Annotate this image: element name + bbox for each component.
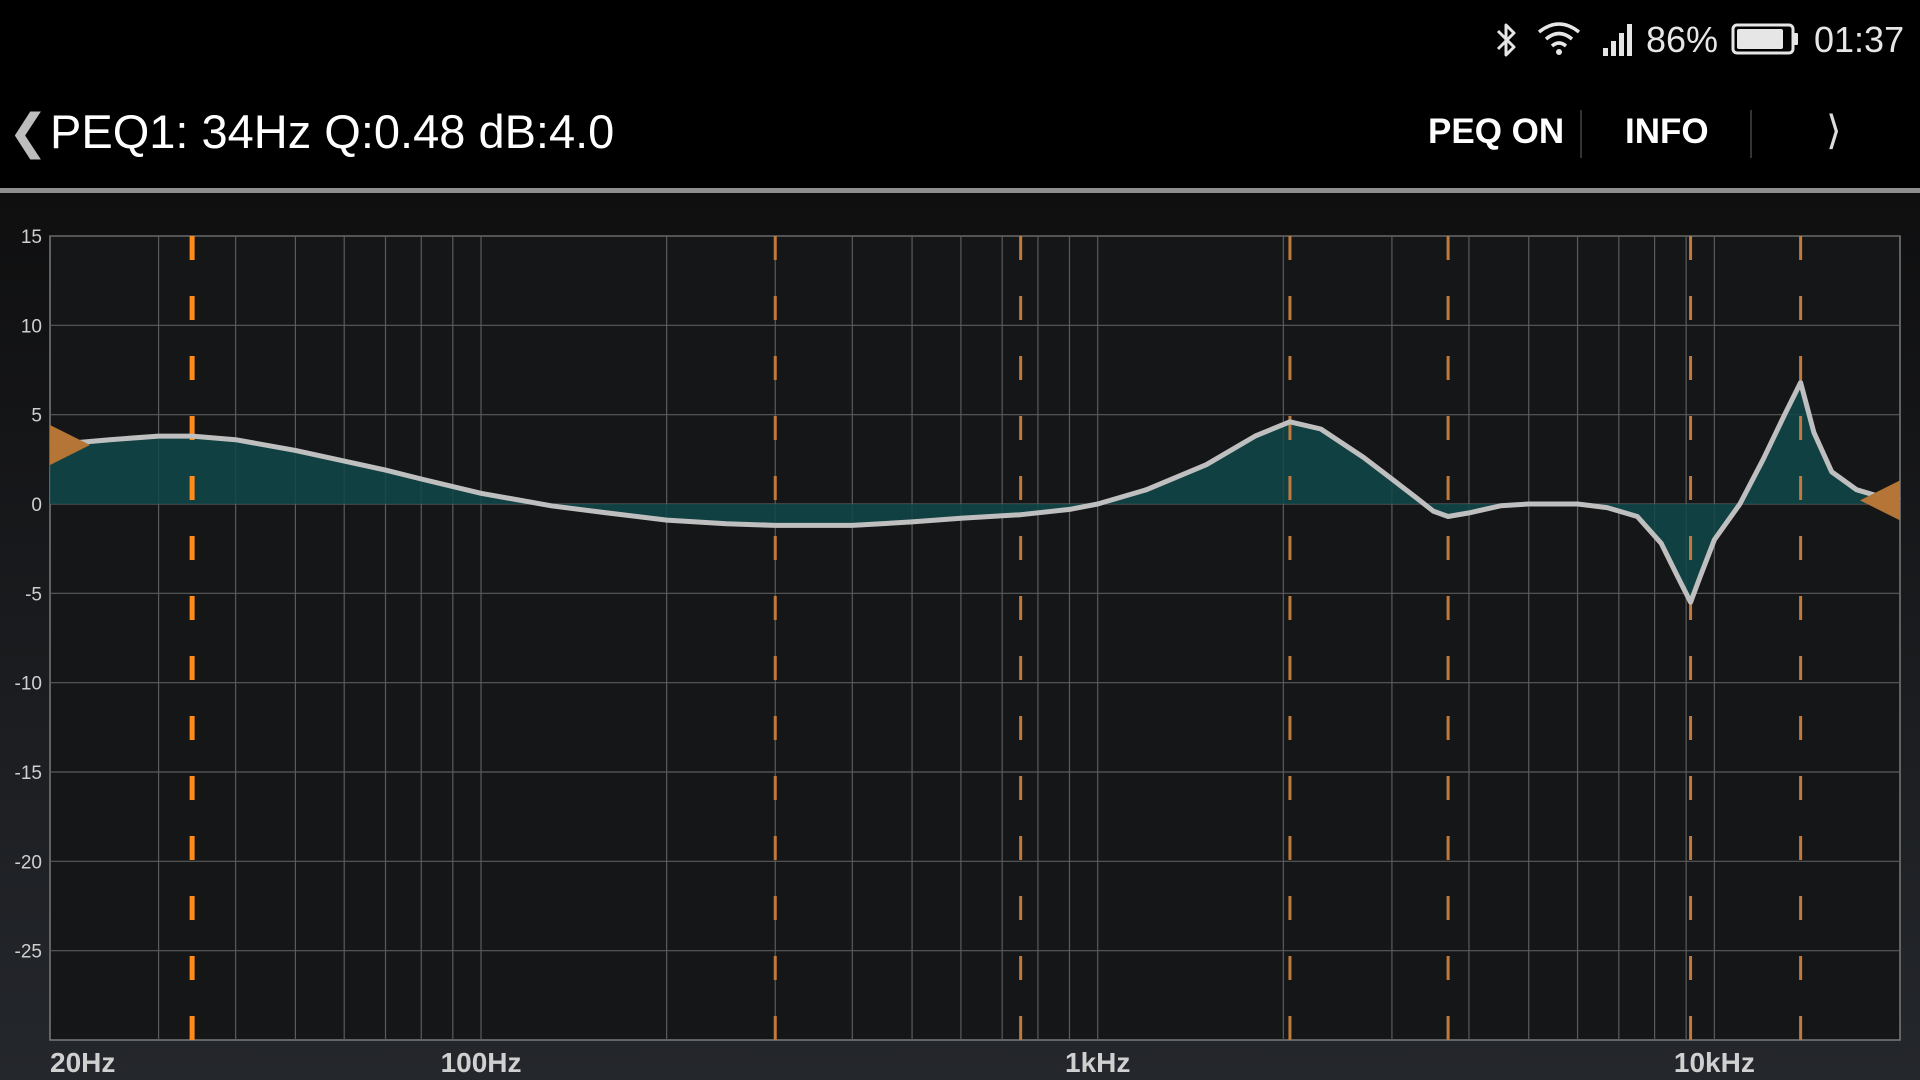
x-tick-label: 100Hz: [441, 1047, 522, 1078]
info-button[interactable]: INFO: [1625, 112, 1709, 152]
x-tick-label: 10kHz: [1674, 1047, 1755, 1078]
x-tick-label: 1kHz: [1065, 1047, 1130, 1078]
wifi-icon: [1537, 22, 1581, 55]
clock: 01:37: [1814, 19, 1905, 60]
plot-frame: [49, 235, 1901, 1041]
menu-separator: [1750, 110, 1752, 158]
y-tick-label: 5: [31, 406, 42, 427]
y-tick-label: 15: [21, 227, 42, 248]
status-bar: 86% 01:37: [0, 0, 1920, 82]
peq-on-button[interactable]: PEQ ON: [1428, 112, 1564, 152]
y-tick-label: -10: [15, 674, 42, 695]
eq-chart[interactable]: 15 10 5 0 -5 -10 -15 -20 -25 20Hz 100Hz 1kHz 10kHz: [0, 193, 1920, 1080]
next-chevron-icon[interactable]: ⟩: [1826, 108, 1842, 154]
y-tick-label: -20: [15, 852, 42, 873]
eq-graph[interactable]: 15 10 5 0 -5 -10 -15 -20 -25 20Hz 100Hz 1kHz 10kHz: [0, 193, 1920, 1080]
y-tick-label: 10: [21, 316, 42, 337]
y-tick-label: 0: [31, 495, 42, 516]
menu-separator: [1580, 110, 1582, 158]
y-tick-label: -15: [15, 763, 42, 784]
x-tick-label: 20Hz: [50, 1047, 115, 1078]
battery-icon: [1731, 23, 1798, 55]
y-tick-label: -25: [15, 942, 42, 963]
battery-percent: 86%: [1646, 19, 1719, 60]
y-tick-label: -5: [25, 584, 42, 605]
cell-signal-icon: [1603, 24, 1632, 56]
bluetooth-icon: [1496, 23, 1516, 57]
title-bar: ❮ PEQ1: 34Hz Q:0.48 dB:4.0 PEQ ON INFO ⟩: [0, 82, 1920, 188]
page-title: PEQ1: 34Hz Q:0.48 dB:4.0: [50, 105, 615, 158]
back-chevron-icon[interactable]: ❮: [8, 104, 48, 160]
